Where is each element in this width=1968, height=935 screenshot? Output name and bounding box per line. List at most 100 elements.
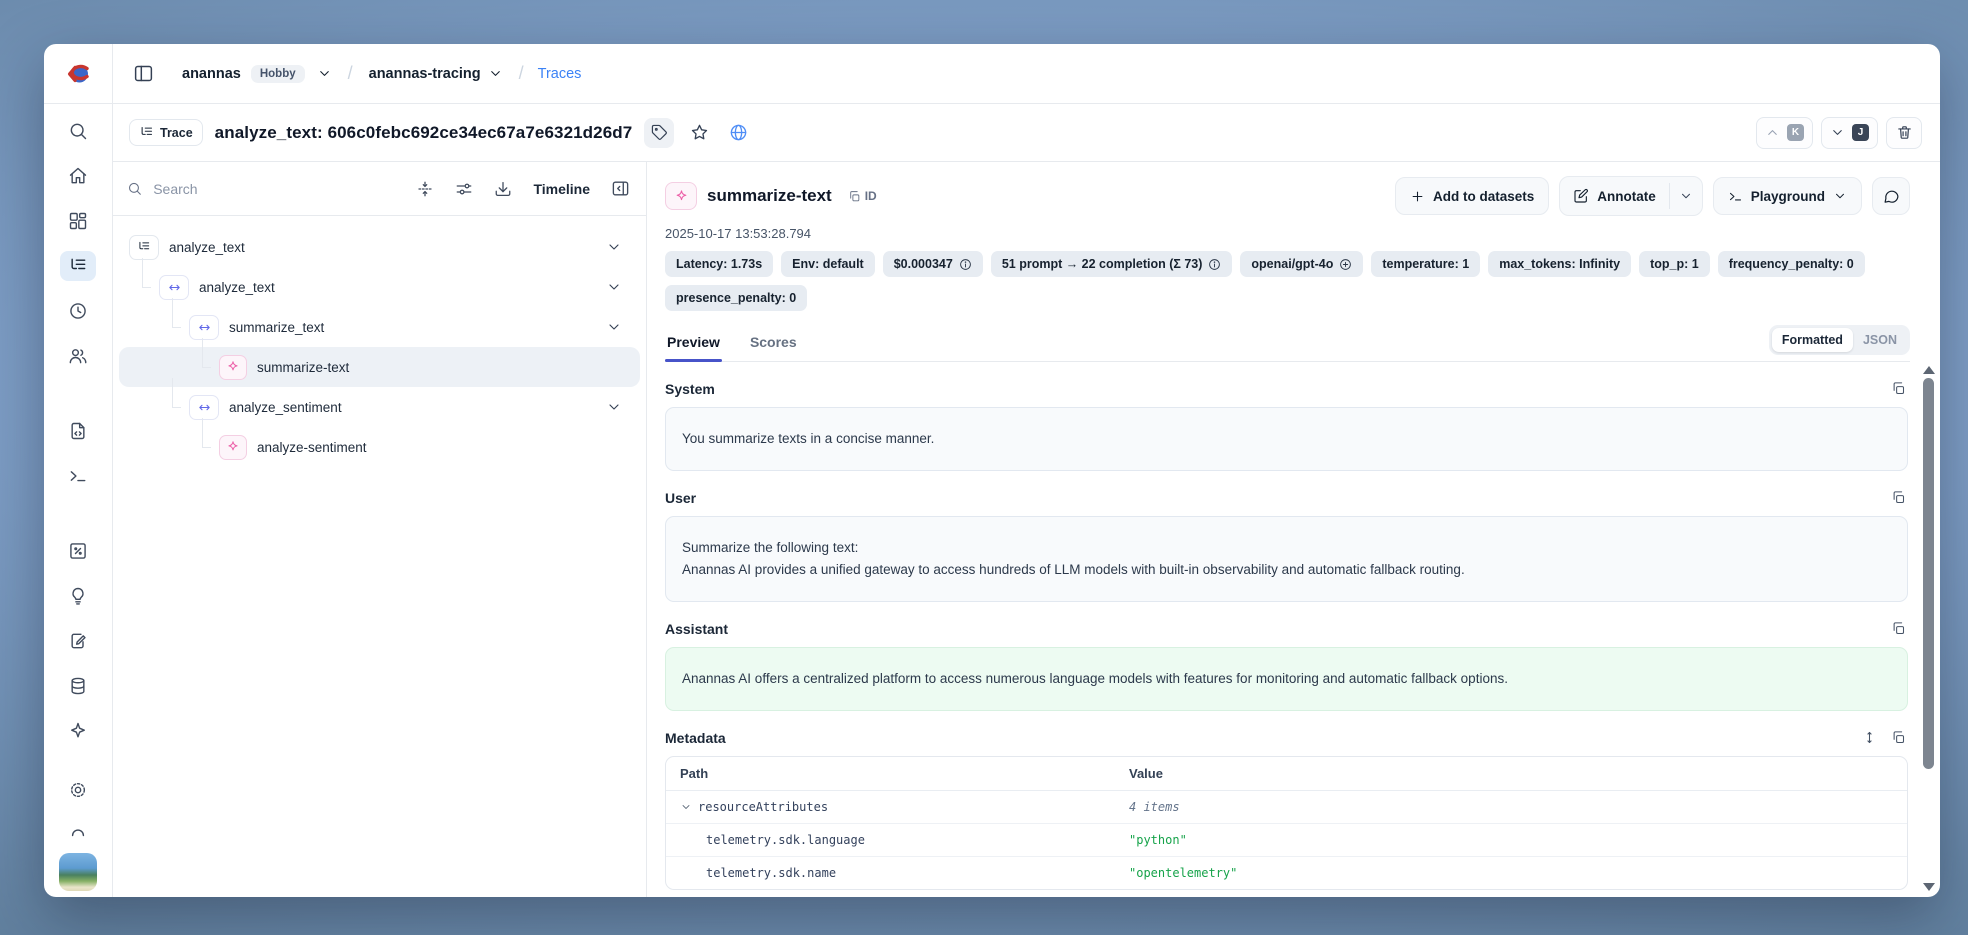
collapse-all-icon[interactable] [414,178,436,200]
tab[interactable]: Preview [665,326,722,361]
copy-icon[interactable] [1889,379,1908,398]
scrollbar-track[interactable] [1920,378,1937,879]
param-badge: frequency_penalty: 0 [1718,251,1865,277]
chevron-down-icon[interactable] [600,318,628,336]
org-name[interactable]: anannas [182,66,241,82]
chevron-down-icon[interactable] [680,801,692,813]
comments-button[interactable] [1872,177,1910,215]
playground-button[interactable]: Playground [1713,177,1862,215]
plus-circle-icon[interactable] [1339,258,1352,271]
annotate-button[interactable]: Annotate [1560,177,1669,215]
download-icon[interactable] [492,178,514,200]
gear-icon [68,780,88,800]
percent-square-icon [68,541,88,561]
copy-icon[interactable] [1889,488,1908,507]
metadata-key: telemetry.sdk.name [706,866,836,880]
format-toggle: FormattedJSON [1769,325,1910,355]
list-tree-icon [68,256,88,276]
terminal-icon [68,466,88,486]
sidebar-item-evaluation[interactable] [60,536,96,566]
user-avatar[interactable] [59,853,97,891]
sidebar-item-playground[interactable] [60,461,96,491]
sidebar-item-insights[interactable] [60,581,96,611]
table-row[interactable]: telemetry.sdk.language "python" [666,824,1907,857]
chevron-down-icon [1830,125,1845,140]
timeline-toggle[interactable]: Timeline [533,181,590,197]
param-badge: openai/gpt-4o [1240,251,1363,277]
tree-connector [202,338,203,368]
metadata-key: telemetry.sdk.language [706,833,865,847]
table-row[interactable]: resourceAttributes 4 items [666,791,1907,824]
add-to-datasets-button[interactable]: Add to datasets [1395,177,1549,215]
sidebar-item-users[interactable] [60,341,96,371]
sidebar-item-home[interactable] [60,161,96,191]
tree-item[interactable]: summarize-text [119,347,640,387]
sidebar-item-sessions[interactable] [60,296,96,326]
copy-icon[interactable] [1889,728,1908,747]
sidebar-item-tracing[interactable] [60,251,96,281]
dashboard-icon [68,211,88,231]
column-header-value: Value [1115,757,1907,790]
sidebar-item-settings[interactable] [60,775,96,805]
sidebar-toggle-icon[interactable] [129,59,158,88]
star-icon[interactable] [686,119,713,146]
tree-item[interactable]: analyze_text [119,227,640,267]
sidebar-item-upgrade[interactable] [60,716,96,746]
desktop-background: anannas Hobby / anannas-tracing / Traces [0,0,1968,935]
breadcrumb-traces-link[interactable]: Traces [538,66,582,82]
sidebar-item-search[interactable] [60,116,96,146]
chevron-down-icon[interactable] [600,398,628,416]
observation-panel: summarize-text ID Add to datasets [647,162,1940,897]
badge-row: presence_penalty: 0 [665,285,1910,311]
sidebar-item-more[interactable] [60,813,96,843]
prev-trace-button[interactable]: K [1756,117,1813,149]
section-title: Assistant [665,621,728,637]
sparkle-icon [68,721,88,741]
sidebar-item-datasets[interactable] [60,671,96,701]
sidebar-item-dashboard[interactable] [60,206,96,236]
param-badge: 51 prompt → 22 completion (Σ 73) [991,251,1233,277]
filter-settings-icon[interactable] [453,178,475,200]
tree-item[interactable]: analyze-sentiment [119,427,640,467]
copy-id-button[interactable]: ID [842,188,883,204]
copy-icon[interactable] [1889,619,1908,638]
chevron-down-icon[interactable] [600,238,628,256]
org-switcher[interactable] [315,64,334,83]
format-toggle-option[interactable]: JSON [1853,328,1907,352]
scroll-up-arrow[interactable] [1923,366,1935,374]
expand-vertical-icon[interactable] [1860,728,1879,747]
tree-item[interactable]: analyze_text [119,267,640,307]
sidebar-item-prompts[interactable] [60,416,96,446]
lightbulb-icon [68,586,88,606]
project-switcher[interactable]: anannas-tracing [367,64,505,84]
sidebar-item-annotation[interactable] [60,626,96,656]
scrollbar-thumb[interactable] [1923,378,1934,769]
chevron-down-icon[interactable] [600,278,628,296]
tree-item-label: summarize-text [257,360,349,375]
next-trace-button[interactable]: J [1821,117,1878,149]
globe-icon[interactable] [725,119,752,146]
search-input[interactable] [151,180,397,198]
tab[interactable]: Scores [748,326,799,361]
tree-item[interactable]: analyze_sentiment [119,387,640,427]
trace-tree-panel: Timeline [113,162,647,897]
table-row[interactable]: telemetry.sdk.name "opentelemetry" [666,857,1907,889]
collapse-panel-icon[interactable] [609,177,632,200]
observation-title: summarize-text [707,186,832,206]
tree-item[interactable]: summarize_text [119,307,640,347]
info-icon[interactable] [959,258,972,271]
annotate-menu-chevron[interactable] [1670,177,1702,215]
chevron-down-icon [1833,189,1847,203]
tree-item-label: analyze-sentiment [257,440,367,455]
delete-trace-button[interactable] [1886,117,1922,149]
breadcrumb: anannas Hobby / anannas-tracing / Traces [113,44,1940,103]
app-logo[interactable] [44,44,113,103]
scroll-down-arrow[interactable] [1923,883,1935,891]
plan-badge: Hobby [251,65,305,83]
format-toggle-option[interactable]: Formatted [1772,328,1853,352]
span-icon [189,315,219,340]
edit-icon [1573,188,1589,204]
search-icon [127,180,142,197]
info-icon[interactable] [1208,258,1221,271]
tag-icon[interactable] [644,118,674,148]
